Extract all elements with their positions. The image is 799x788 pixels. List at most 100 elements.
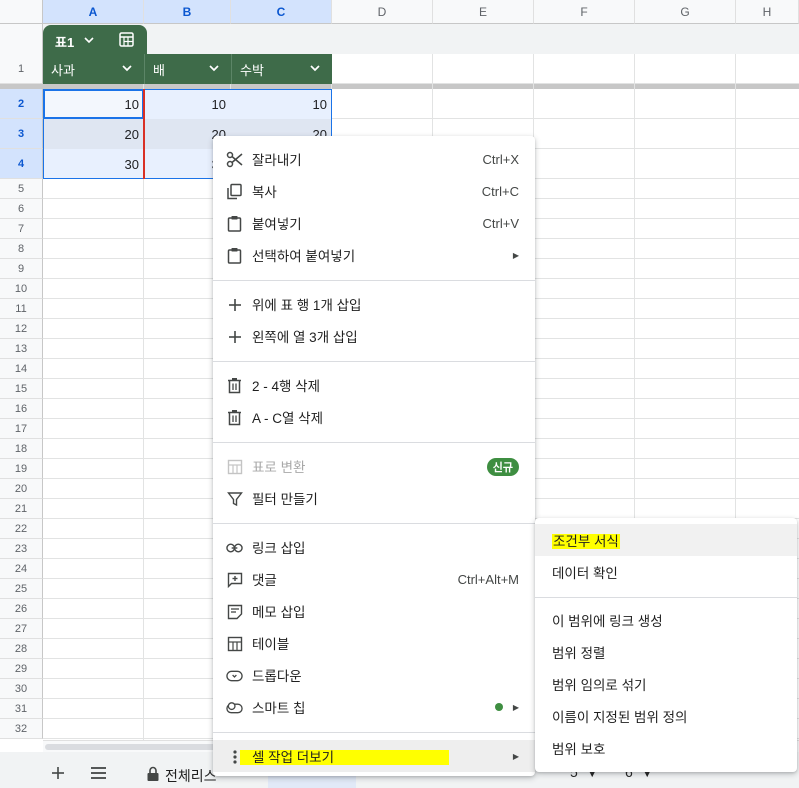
table-header-label: 배 (153, 62, 165, 78)
column-header-b[interactable]: B (144, 0, 231, 24)
menu-item-insert-link[interactable]: 링크 삽입 (213, 531, 535, 563)
shortcut-label: Ctrl+X (482, 151, 519, 167)
chevron-down-icon[interactable] (120, 61, 134, 75)
row-header-5[interactable]: 5 (0, 179, 43, 199)
menu-item-label: 범위 정렬 (552, 646, 606, 661)
row-header-7[interactable]: 7 (0, 219, 43, 239)
row-header-4[interactable]: 4 (0, 149, 43, 179)
row-header-11[interactable]: 11 (0, 299, 43, 319)
row-header-20[interactable]: 20 (0, 479, 43, 499)
row-header-2[interactable]: 2 (0, 89, 43, 119)
chevron-down-icon[interactable] (207, 61, 221, 75)
column-header-g[interactable]: G (635, 0, 736, 24)
menu-item-table[interactable]: 테이블 (213, 627, 535, 659)
new-badge: 신규 (486, 458, 519, 476)
menu-item-smart-chip[interactable]: 스마트 칩 ▶ (213, 691, 535, 723)
row-header-30[interactable]: 30 (0, 679, 43, 699)
menu-item-paste-special[interactable]: 선택하여 붙여넣기 ▶ (213, 239, 535, 271)
menu-item-label: A - C열 삭제 (252, 411, 324, 426)
table-header-watermelon[interactable]: 수박 (231, 54, 332, 84)
cell-c2[interactable]: 10 (231, 89, 332, 119)
row-header-32[interactable]: 32 (0, 719, 43, 739)
context-menu: 잘라내기 Ctrl+X 복사 Ctrl+C 붙여넣기 Ctrl+V 선택하여 붙… (213, 136, 535, 776)
row-header-12[interactable]: 12 (0, 319, 43, 339)
menu-item-label: 메모 삽입 (252, 605, 306, 620)
menu-item-insert-column[interactable]: 왼쪽에 열 3개 삽입 (213, 320, 535, 352)
column-header-f[interactable]: F (534, 0, 635, 24)
submenu-item-sort-range[interactable]: 범위 정렬 (535, 636, 797, 668)
row-header-16[interactable]: 16 (0, 399, 43, 419)
add-sheet-button[interactable] (50, 765, 66, 781)
menu-item-label: 필터 만들기 (252, 492, 318, 507)
menu-item-cut[interactable]: 잘라내기 Ctrl+X (213, 143, 535, 175)
cell-a3[interactable]: 20 (43, 119, 144, 149)
row-header-3[interactable]: 3 (0, 119, 43, 149)
menu-item-label: 잘라내기 (252, 153, 302, 168)
cell-a4[interactable]: 30 (43, 149, 144, 179)
row-header-24[interactable]: 24 (0, 559, 43, 579)
row-header-18[interactable]: 18 (0, 439, 43, 459)
table-header-pear[interactable]: 배 (144, 54, 231, 84)
menu-item-more-cell-actions[interactable]: 셀 작업 더보기 ▶ (213, 740, 535, 772)
row-header-6[interactable]: 6 (0, 199, 43, 219)
column-header-h[interactable]: H (736, 0, 799, 24)
clipboard-icon (226, 247, 243, 264)
submenu-item-protect-range[interactable]: 범위 보호 (535, 732, 797, 764)
submenu-arrow-icon: ▶ (512, 250, 519, 260)
column-header-c[interactable]: C (231, 0, 332, 24)
menu-item-paste[interactable]: 붙여넣기 Ctrl+V (213, 207, 535, 239)
menu-item-delete-rows[interactable]: 2 - 4행 삭제 (213, 369, 535, 401)
row-header-8[interactable]: 8 (0, 239, 43, 259)
column-header-a[interactable]: A (43, 0, 144, 24)
row-header-23[interactable]: 23 (0, 539, 43, 559)
row-header-21[interactable]: 21 (0, 499, 43, 519)
row-header-1[interactable]: 1 (0, 54, 43, 84)
row-header-28[interactable]: 28 (0, 639, 43, 659)
menu-item-insert-row[interactable]: 위에 표 행 1개 삽입 (213, 288, 535, 320)
column-header-e[interactable]: E (433, 0, 534, 24)
row-header-29[interactable]: 29 (0, 659, 43, 679)
row-header-15[interactable]: 15 (0, 379, 43, 399)
chevron-down-icon[interactable] (308, 61, 322, 75)
cell-b2[interactable]: 10 (144, 89, 231, 119)
menu-item-delete-columns[interactable]: A - C열 삭제 (213, 401, 535, 433)
table-menu-icon[interactable] (118, 31, 135, 48)
row-header-14[interactable]: 14 (0, 359, 43, 379)
menu-item-insert-note[interactable]: 메모 삽입 (213, 595, 535, 627)
menu-divider (213, 442, 535, 443)
menu-item-create-filter[interactable]: 필터 만들기 (213, 482, 535, 514)
submenu-arrow-icon: ▶ (512, 702, 519, 712)
menu-item-comment[interactable]: 댓글 Ctrl+Alt+M (213, 563, 535, 595)
row-header-9[interactable]: 9 (0, 259, 43, 279)
chevron-down-icon[interactable] (83, 34, 95, 46)
submenu-item-named-range[interactable]: 이름이 지정된 범위 정의 (535, 700, 797, 732)
row-header-10[interactable]: 10 (0, 279, 43, 299)
menu-item-convert-to-table: 표로 변환 신규 (213, 450, 535, 482)
menu-item-dropdown[interactable]: 드롭다운 (213, 659, 535, 691)
submenu-item-conditional-formatting[interactable]: 조건부 서식 (535, 524, 797, 556)
submenu-item-randomize-range[interactable]: 범위 임의로 섞기 (535, 668, 797, 700)
filter-icon (226, 490, 243, 507)
submenu-item-link-range[interactable]: 이 범위에 링크 생성 (535, 604, 797, 636)
menu-item-copy[interactable]: 복사 Ctrl+C (213, 175, 535, 207)
menu-item-label: 선택하여 붙여넣기 (252, 249, 356, 264)
menu-item-label: 붙여넣기 (252, 217, 302, 232)
row-header-17[interactable]: 17 (0, 419, 43, 439)
row-header-22[interactable]: 22 (0, 519, 43, 539)
table-icon (226, 458, 243, 475)
row-header-13[interactable]: 13 (0, 339, 43, 359)
row-header-19[interactable]: 19 (0, 459, 43, 479)
menu-divider (213, 732, 535, 733)
cell-a2[interactable]: 10 (43, 89, 144, 119)
row-header-26[interactable]: 26 (0, 599, 43, 619)
table-header-apple[interactable]: 사과 (43, 54, 144, 84)
row-header-31[interactable]: 31 (0, 699, 43, 719)
all-sheets-button[interactable] (90, 766, 107, 780)
row-header-27[interactable]: 27 (0, 619, 43, 639)
table-name: 표1 (55, 35, 75, 50)
table-name-tab[interactable]: 표1 (43, 25, 147, 54)
select-all-corner[interactable] (0, 0, 43, 24)
submenu-item-data-validation[interactable]: 데이터 확인 (535, 556, 797, 588)
column-header-d[interactable]: D (332, 0, 433, 24)
row-header-25[interactable]: 25 (0, 579, 43, 599)
